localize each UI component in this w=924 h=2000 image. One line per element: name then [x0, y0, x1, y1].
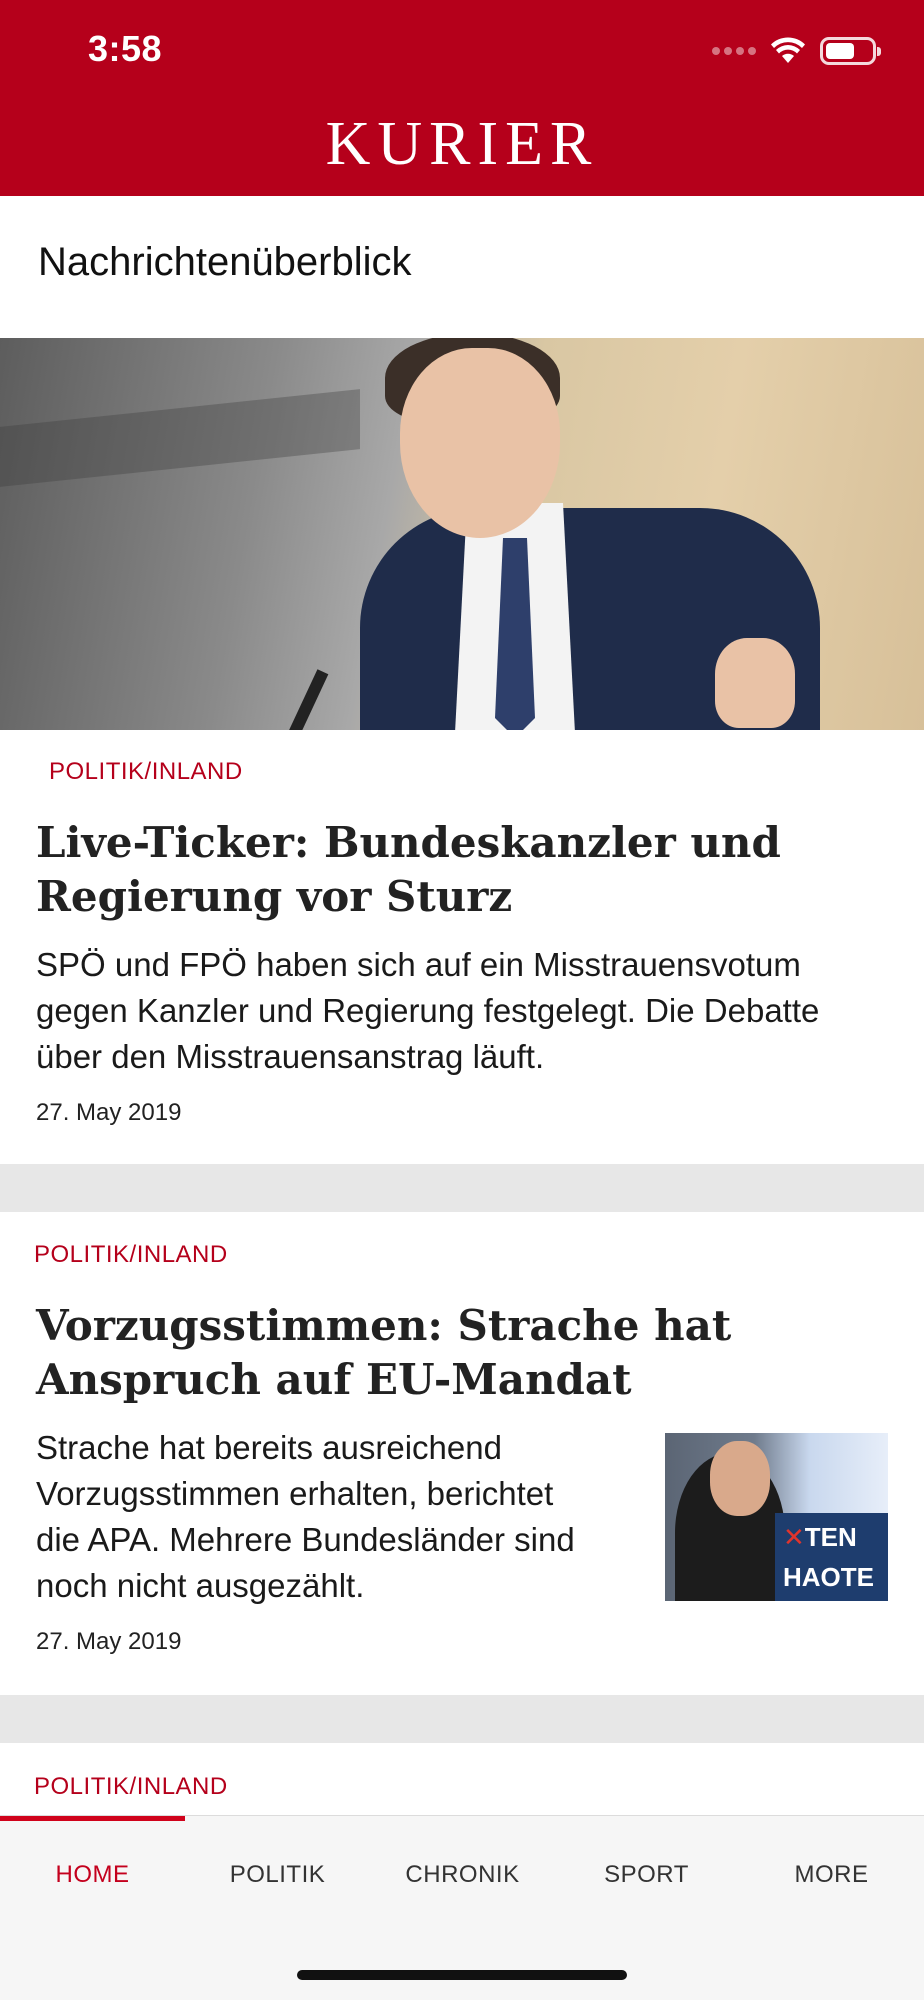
tab-home[interactable]: HOME: [0, 1861, 185, 1889]
active-tab-indicator: [0, 1816, 185, 1821]
article-headline[interactable]: Live-Ticker: Bundeskanzler und Regierung…: [36, 816, 886, 924]
teaser-line: noch nicht ausgezählt.: [36, 1567, 365, 1604]
headline-line: Regierung vor Sturz: [36, 872, 513, 921]
article-date: 27. May 2019: [36, 1628, 182, 1655]
article-thumbnail[interactable]: ✕TEN HAOTE: [665, 1433, 888, 1601]
headline-line: Anspruch auf EU-Mandat: [36, 1355, 632, 1404]
article-teaser: SPÖ und FPÖ haben sich auf ein Misstraue…: [36, 942, 819, 1080]
article-teaser: Strache hat bereits ausreichend Vorzugss…: [36, 1425, 575, 1609]
tab-more[interactable]: MORE: [739, 1861, 924, 1889]
headline-line: Live-Ticker: Bundeskanzler und: [36, 818, 781, 867]
app-header: 3:58 KURIER: [0, 0, 924, 196]
teaser-line: gegen Kanzler und Regierung festgelegt. …: [36, 992, 820, 1029]
page-title: Nachrichtenüberblick: [38, 240, 412, 284]
wifi-icon: [771, 37, 805, 63]
status-time: 3:58: [88, 28, 163, 69]
headline-line: Vorzugsstimmen: Strache hat: [36, 1301, 732, 1350]
article-headline[interactable]: Vorzugsstimmen: Strache hat Anspruch auf…: [36, 1299, 886, 1407]
article-category[interactable]: POLITIK/INLAND: [34, 1773, 228, 1801]
divider: [0, 1164, 924, 1212]
home-indicator[interactable]: [297, 1970, 627, 1980]
article-date: 27. May 2019: [36, 1099, 182, 1126]
teaser-line: die APA. Mehrere Bundesländer sind: [36, 1521, 575, 1558]
tab-sport[interactable]: SPORT: [554, 1861, 739, 1889]
status-icons: [712, 34, 881, 68]
teaser-line: Strache hat bereits ausreichend: [36, 1429, 502, 1466]
teaser-line: über den Misstrauensanstrag läuft.: [36, 1038, 545, 1075]
battery-icon: [820, 37, 881, 65]
cellular-signal-icon: [712, 47, 756, 55]
tab-chronik[interactable]: CHRONIK: [370, 1861, 555, 1889]
article-category[interactable]: POLITIK/INLAND: [49, 758, 243, 786]
brand-logo[interactable]: KURIER: [0, 110, 924, 178]
article-hero-image[interactable]: [0, 338, 924, 730]
divider: [0, 1695, 924, 1743]
teaser-line: SPÖ und FPÖ haben sich auf ein Misstraue…: [36, 946, 801, 983]
teaser-line: Vorzugsstimmen erhalten, berichtet: [36, 1475, 554, 1512]
tab-politik[interactable]: POLITIK: [185, 1861, 370, 1889]
article-category[interactable]: POLITIK/INLAND: [34, 1241, 228, 1269]
